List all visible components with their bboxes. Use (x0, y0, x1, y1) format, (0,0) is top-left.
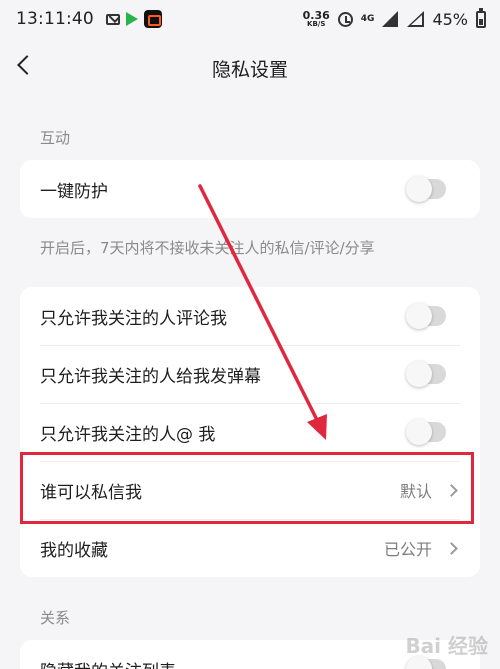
one-key-protect-hint: 开启后，7天内将不接收未关注人的私信/评论/分享 (40, 239, 375, 257)
privacy-row-label: 谁可以私信我 (40, 482, 142, 503)
battery-percent: 45% (432, 9, 468, 29)
one-key-protect-card: 一键防护 (20, 160, 480, 218)
battery-icon (476, 7, 486, 28)
one-key-protect-toggle[interactable] (406, 176, 446, 202)
section-label-relation: 关系 (40, 609, 71, 627)
privacy-row-mention[interactable]: 只允许我关注的人@ 我 (20, 403, 480, 461)
privacy-row-label: 只允许我关注的人@ 我 (40, 424, 216, 445)
favorites-visibility-value: 已公开 (383, 540, 432, 559)
wifi-signal-icon (406, 11, 425, 27)
play-store-icon (125, 12, 138, 26)
video-app-icon (143, 10, 162, 28)
net-speed-unit: KB/S (307, 20, 326, 28)
notification-icons (105, 10, 162, 28)
privacy-row-label: 只允许我关注的人评论我 (40, 308, 227, 329)
privacy-row-favorites[interactable]: 我的收藏 已公开 (20, 519, 480, 577)
message-permission-value: 默认 (399, 482, 432, 501)
watermark: Bai 经验 (405, 634, 488, 658)
nav-header: 隐私设置 (0, 38, 500, 98)
alarm-icon (337, 11, 353, 27)
privacy-card: 只允许我关注的人评论我 只允许我关注的人给我发弹幕 只允许我关注的人@ 我 谁可… (20, 287, 480, 577)
chevron-right-icon (445, 541, 458, 555)
back-arrow-icon[interactable] (17, 55, 37, 75)
privacy-row-label: 只允许我关注的人给我发弹幕 (40, 366, 261, 387)
mention-toggle[interactable] (406, 419, 446, 445)
toggle-knob (406, 361, 432, 387)
comment-toggle[interactable] (406, 303, 446, 329)
cellular-signal-icon (382, 11, 399, 27)
toggle-knob (406, 303, 432, 329)
privacy-row-comment[interactable]: 只允许我关注的人评论我 (20, 287, 480, 345)
one-key-protect-row[interactable]: 一键防护 (20, 160, 480, 218)
section-label-interaction: 互动 (40, 129, 71, 147)
relation-row-label: 隐藏我的关注列表 (40, 657, 176, 669)
privacy-row-label: 我的收藏 (40, 540, 108, 561)
hide-following-toggle[interactable] (406, 656, 446, 669)
page-title: 隐私设置 (211, 58, 288, 81)
danmaku-toggle[interactable] (406, 361, 446, 387)
mail-icon (105, 13, 120, 25)
signal-type: 4G (360, 14, 375, 24)
chevron-right-icon (445, 483, 458, 497)
net-speed: 0.36 KB/S (303, 10, 330, 28)
toggle-knob (406, 419, 432, 445)
status-time: 13:11:40 (16, 9, 94, 29)
status-bar: 13:11:40 0.36 KB/S 4G 45% (0, 0, 500, 38)
one-key-protect-label: 一键防护 (40, 181, 108, 202)
toggle-knob (406, 176, 432, 202)
privacy-row-message[interactable]: 谁可以私信我 默认 (20, 461, 480, 519)
privacy-row-danmaku[interactable]: 只允许我关注的人给我发弹幕 (20, 345, 480, 403)
